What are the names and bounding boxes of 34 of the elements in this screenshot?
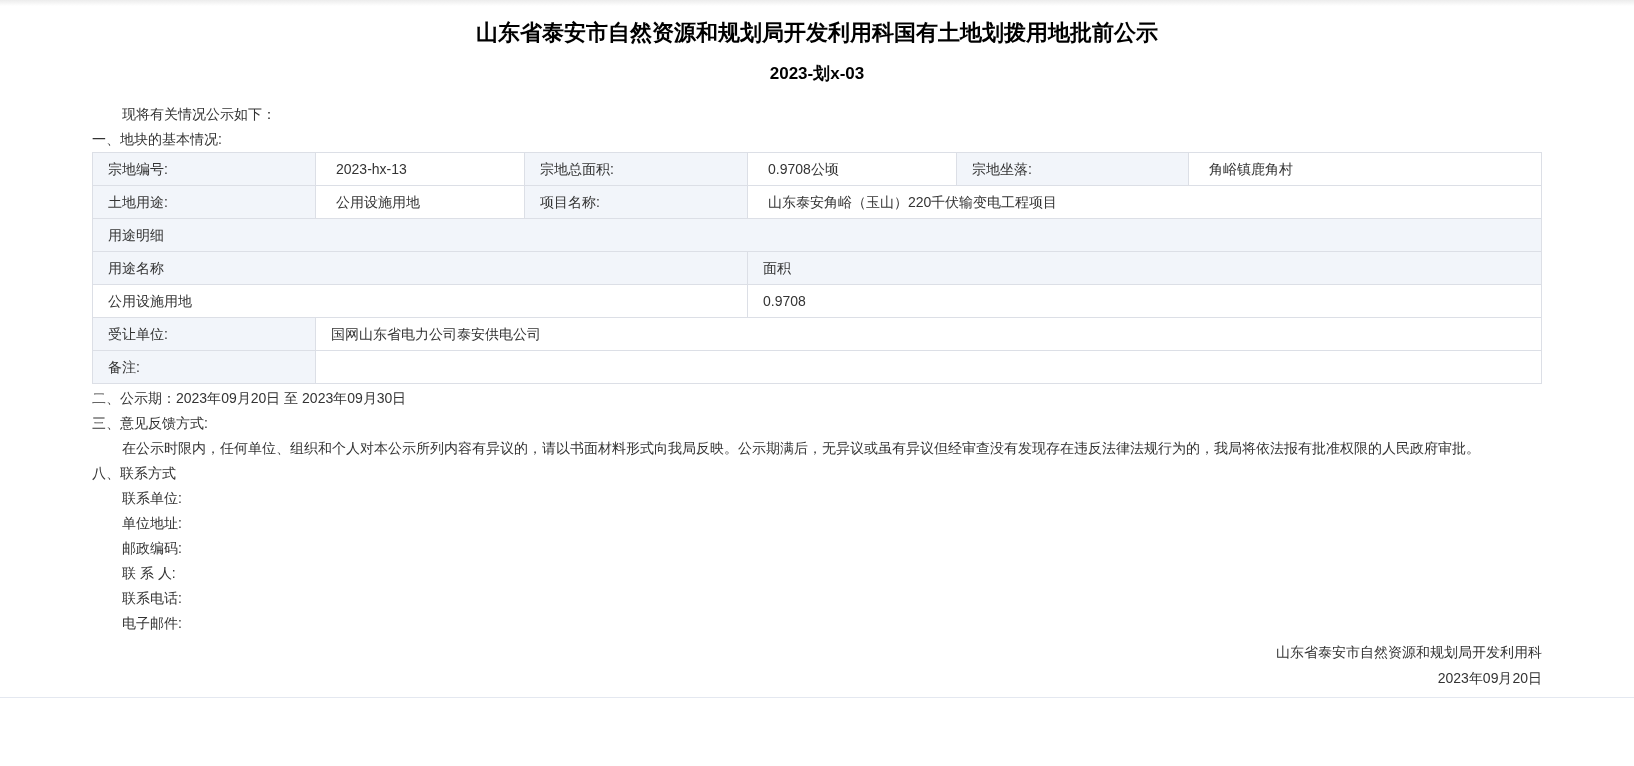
contact-label: 联 系 人: [122, 564, 176, 583]
field-label: 宗地总面积: [525, 153, 748, 186]
field-value: 国网山东省电力公司泰安供电公司 [316, 318, 1542, 351]
field-label: 宗地坐落: [957, 153, 1189, 186]
contact-label: 联系电话: [122, 589, 182, 608]
section-heading: 二、公示期：2023年09月20日 至 2023年09月30日 [92, 390, 407, 406]
field-label: 备注: [93, 351, 316, 384]
column-header: 用途名称 [93, 252, 748, 285]
issuer-name: 山东省泰安市自然资源和规划局开发利用科 [1276, 643, 1542, 662]
section-heading: 一、地块的基本情况: [92, 131, 222, 147]
section-heading: 八、联系方式 [92, 465, 176, 481]
field-label: 土地用途: [93, 186, 316, 219]
contact-label: 单位地址: [122, 514, 182, 533]
table-cell: 公用设施用地 [93, 285, 748, 318]
section-label: 用途明细 [93, 219, 1542, 252]
field-value: 0.9708公顷 [748, 153, 957, 186]
contact-label: 邮政编码: [122, 539, 182, 558]
field-label: 受让单位: [93, 318, 316, 351]
contact-label: 联系单位: [122, 489, 182, 508]
issue-date: 2023年09月20日 [1437, 669, 1542, 688]
field-label: 宗地编号: [93, 153, 316, 186]
table-cell: 0.9708 [748, 285, 1542, 318]
intro-text: 现将有关情况公示如下： [122, 106, 276, 122]
column-header: 面积 [748, 252, 1542, 285]
field-value: 山东泰安角峪（玉山）220千伏输变电工程项目 [748, 186, 1542, 219]
field-value: 2023-hx-13 [316, 153, 525, 186]
feedback-paragraph: 在公示时限内，任何单位、组织和个人对本公示所列内容有异议的，请以书面材料形式向我局反映。公示期满后，无异议或虽有异议但经审查没有发现存在违反法律法规行为的，我局将依法报有批准权限的人民政府审批。 [122, 439, 1481, 458]
field-value: 角峪镇鹿角村 [1189, 153, 1542, 186]
field-label: 项目名称: [525, 186, 748, 219]
field-value: 公用设施用地 [316, 186, 525, 219]
contact-label: 电子邮件: [122, 614, 182, 633]
page-title: 山东省泰安市自然资源和规划局开发利用科国有土地划拨用地批前公示 [475, 19, 1159, 47]
document-number: 2023-划x-03 [768, 63, 866, 85]
section-heading: 三、意见反馈方式: [92, 415, 208, 431]
